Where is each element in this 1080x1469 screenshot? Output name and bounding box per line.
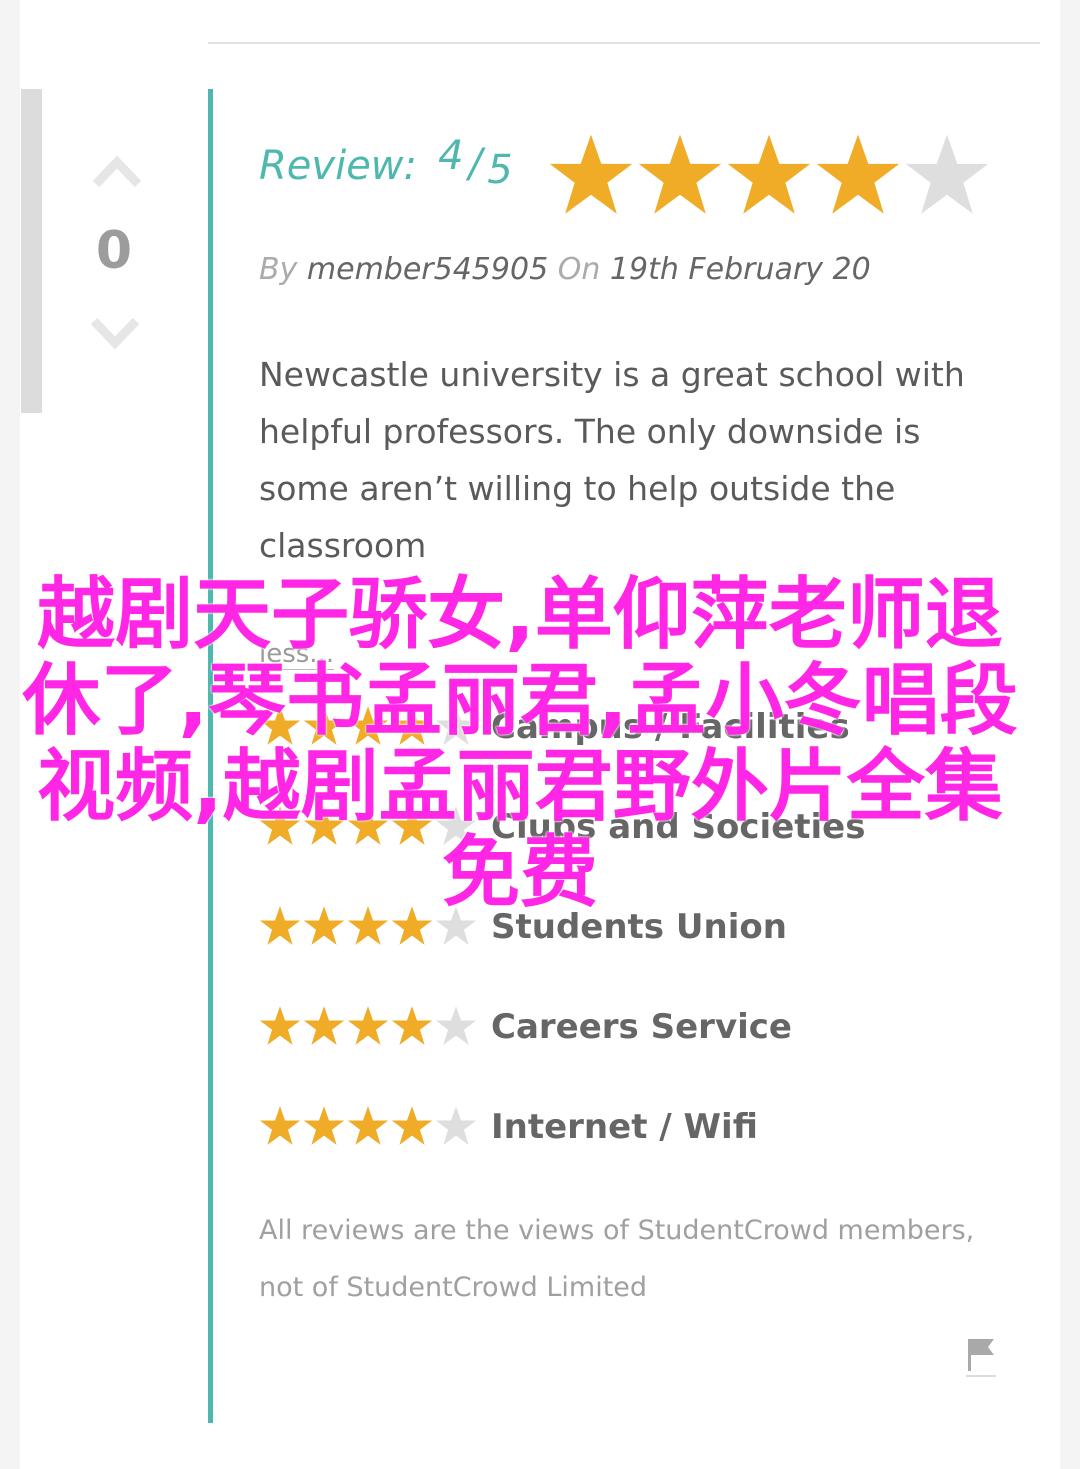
by-label: By [259, 252, 298, 287]
star-filled-icon [347, 1106, 389, 1145]
star-filled-icon [347, 1006, 389, 1045]
star-filled-icon [816, 134, 900, 214]
review-page: 0 Review: 4 / 5 By member545905 On 19th … [0, 0, 1080, 1469]
star-filled-icon [391, 1006, 433, 1045]
category-stars [259, 1105, 481, 1149]
review-meta: By member545905 On 19th February 20 [259, 252, 871, 287]
report-flag-icon[interactable] [964, 1335, 998, 1379]
review-date: 19th February 20 [609, 252, 871, 287]
star-filled-icon [549, 134, 633, 214]
category-label: Internet / Wifi [491, 1107, 758, 1147]
review-slash: / [468, 141, 483, 187]
review-out-of: 5 [487, 147, 513, 193]
review-body: Newcastle university is a great school w… [259, 355, 965, 565]
category-rating-careers: Careers Service [259, 1002, 792, 1052]
star-filled-icon [391, 1106, 433, 1145]
star-filled-icon [303, 1006, 345, 1045]
star-empty-icon [435, 1006, 477, 1045]
divider [208, 42, 1040, 44]
category-stars [259, 1005, 481, 1049]
review-author[interactable]: member545905 [307, 252, 548, 287]
star-filled-icon [259, 1006, 301, 1045]
category-rating-internet: Internet / Wifi [259, 1102, 758, 1152]
review-score-heading: Review: 4 / 5 [259, 133, 513, 193]
on-label: On [557, 252, 601, 287]
category-label: Careers Service [491, 1007, 792, 1047]
star-filled-icon [727, 134, 811, 214]
vote-count: 0 [95, 221, 133, 281]
upvote-chevron-up-icon[interactable] [92, 150, 142, 190]
star-empty-icon [435, 1106, 477, 1145]
star-filled-icon [259, 1106, 301, 1145]
overlay-caption: 越剧天子骄女,单仰萍老师退休了,琴书孟丽君,孟小冬唱段视频,越剧孟丽君野外片全集… [22, 570, 1018, 918]
star-empty-icon [905, 134, 989, 214]
vote-side-bar [21, 89, 42, 413]
review-label: Review: [259, 143, 417, 189]
star-filled-icon [303, 1106, 345, 1145]
downvote-chevron-down-icon[interactable] [90, 315, 140, 355]
review-score: 4 [438, 133, 464, 179]
disclaimer: All reviews are the views of StudentCrow… [259, 1215, 975, 1303]
star-filled-icon [638, 134, 722, 214]
overall-star-rating [548, 132, 990, 218]
